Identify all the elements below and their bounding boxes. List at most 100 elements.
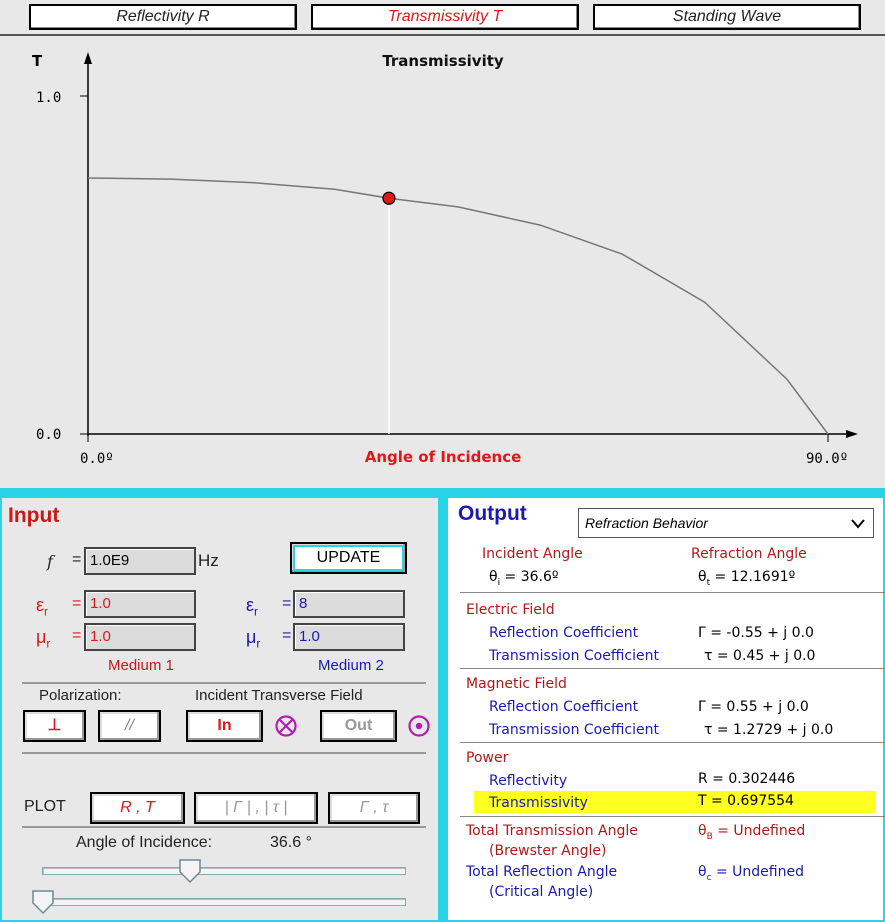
angle-slider-track[interactable] [42, 867, 406, 875]
tab-transmissivity[interactable]: Transmissivity T [311, 4, 579, 30]
field-out-button[interactable]: Out [320, 710, 397, 742]
m-reflection-value: Γ = 0.55 + j 0.0 [698, 699, 809, 715]
incident-angle-label: Incident Angle [482, 546, 583, 562]
update-button[interactable]: UPDATE [290, 542, 407, 574]
m1-mu-char: μ [36, 627, 47, 647]
m2-eps-equals: = [282, 595, 292, 612]
field-out-of-page-icon [408, 715, 430, 737]
m2-mu-sub: r [256, 636, 261, 651]
x-tick-label-left: 0.0º [80, 451, 114, 467]
y-axis-arrow [84, 52, 92, 64]
parallel-polarization-button[interactable]: // [98, 710, 161, 742]
tab-standing-wave[interactable]: Standing Wave [593, 4, 861, 30]
y-tick-label-top: 1.0 [36, 90, 61, 106]
input-title: Input [8, 504, 60, 527]
y-axis-label: T [32, 52, 43, 70]
panel-divider [0, 488, 885, 498]
m2-mu-char: μ [246, 627, 257, 647]
transmissivity-chart: T Transmissivity 1.0 0.0 0.0º 90.0º Angl… [32, 52, 858, 467]
output-title: Output [458, 502, 527, 525]
tab-reflectivity[interactable]: Reflectivity R [29, 4, 297, 30]
view-select[interactable]: Refraction Behavior [578, 508, 874, 538]
power-label: Power [466, 750, 509, 766]
m-transmission-value: τ = 1.2729 + j 0.0 [704, 722, 834, 738]
m1-mu-symbol: μr [36, 627, 50, 651]
transmissivity-label: Transmissivity [489, 795, 588, 811]
angle-label: Angle of Incidence: [76, 834, 213, 851]
frequency-symbol: f [47, 552, 53, 571]
frequency-equals: = [72, 551, 82, 568]
refraction-angle-label: Refraction Angle [691, 546, 807, 562]
output-separator-4 [460, 816, 885, 817]
m1-epsilon-input[interactable]: 1.0 [84, 590, 196, 618]
app-window: Reflectivity R Transmissivity T Standing… [0, 0, 885, 922]
plot-magnitude-button[interactable]: | Γ | , | τ | [194, 792, 318, 824]
plot-label: PLOT [24, 798, 66, 815]
secondary-slider-thumb[interactable] [31, 889, 55, 915]
m1-mu-sub: r [46, 636, 51, 651]
plot-area: T Transmissivity 1.0 0.0 0.0º 90.0º Angl… [0, 34, 885, 486]
view-select-value: Refraction Behavior [585, 515, 708, 531]
x-tick-label-right: 90.0º [806, 451, 848, 467]
m1-eps-char: ε [36, 595, 45, 615]
total-transmission-label: Total Transmission Angle [466, 823, 638, 839]
reflectivity-label: Reflectivity [489, 773, 568, 789]
m2-epsilon-input[interactable]: 8 [293, 590, 405, 618]
total-reflection-label: Total Reflection Angle [466, 864, 618, 880]
magnetic-field-label: Magnetic Field [466, 676, 567, 692]
separator-1 [22, 682, 426, 684]
m1-mu-input[interactable]: 1.0 [84, 623, 196, 651]
m1-eps-sub: r [44, 604, 49, 619]
m2-mu-symbol: μr [246, 627, 260, 651]
plot-rt-button[interactable]: R , T [90, 792, 185, 824]
output-panel: Output Refraction Behavior Incident Angl… [446, 498, 885, 922]
refraction-angle-value: θt = 12.1691º [698, 569, 796, 588]
y-tick-label-bottom: 0.0 [36, 427, 61, 443]
electric-field-label: Electric Field [466, 602, 555, 618]
incident-angle-value: θi = 36.6º [489, 569, 559, 588]
e-transmission-label: Transmission Coefficient [489, 648, 659, 664]
incident-field-label: Incident Transverse Field [195, 687, 363, 704]
chevron-down-icon [851, 519, 865, 529]
m1-mu-equals: = [72, 627, 82, 644]
m1-eps-equals: = [72, 595, 82, 612]
x-axis-label: Angle of Incidence [365, 448, 522, 466]
m2-eps-symbol: εr [246, 595, 258, 619]
current-angle-marker[interactable] [382, 191, 396, 205]
transmissivity-value: T = 0.697554 [698, 793, 794, 809]
critical-label: (Critical Angle) [489, 884, 594, 900]
m2-eps-sub: r [254, 604, 259, 619]
medium2-label: Medium 2 [318, 657, 384, 674]
output-separator-3 [460, 742, 885, 743]
field-into-page-icon [275, 715, 297, 737]
m2-mu-input[interactable]: 1.0 [293, 623, 405, 651]
output-separator-1 [460, 592, 885, 593]
transmissivity-curve [87, 177, 829, 435]
output-separator-2 [460, 668, 885, 669]
m2-mu-equals: = [282, 627, 292, 644]
polarization-label: Polarization: [39, 687, 122, 704]
x-axis-arrow [846, 430, 858, 438]
m-transmission-label: Transmission Coefficient [489, 722, 659, 738]
e-reflection-value: Γ = -0.55 + j 0.0 [698, 625, 814, 641]
angle-value: 36.6 ° [270, 834, 312, 851]
angle-slider-thumb[interactable] [178, 858, 202, 884]
frequency-unit: Hz [198, 551, 219, 570]
m-reflection-label: Reflection Coefficient [489, 699, 639, 715]
perpendicular-polarization-button[interactable]: ⊥ [23, 710, 86, 742]
e-transmission-value: τ = 0.45 + j 0.0 [704, 648, 816, 664]
chart-title: Transmissivity [382, 52, 504, 70]
input-panel: Input f = 1.0E9 Hz UPDATE εr = 1.0 μr = … [0, 498, 440, 922]
brewster-value: θB = Undefined [698, 823, 806, 842]
field-in-button[interactable]: In [186, 710, 263, 742]
brewster-label: (Brewster Angle) [489, 843, 607, 859]
separator-2 [22, 752, 426, 754]
plot-coefficient-button[interactable]: Γ , τ [328, 792, 420, 824]
critical-value: θc = Undefined [698, 864, 804, 883]
secondary-slider-track[interactable] [42, 898, 406, 906]
reflectivity-value: R = 0.302446 [698, 771, 796, 787]
medium1-label: Medium 1 [108, 657, 174, 674]
m2-eps-char: ε [246, 595, 255, 615]
frequency-input[interactable]: 1.0E9 [84, 547, 196, 575]
m1-eps-symbol: εr [36, 595, 48, 619]
